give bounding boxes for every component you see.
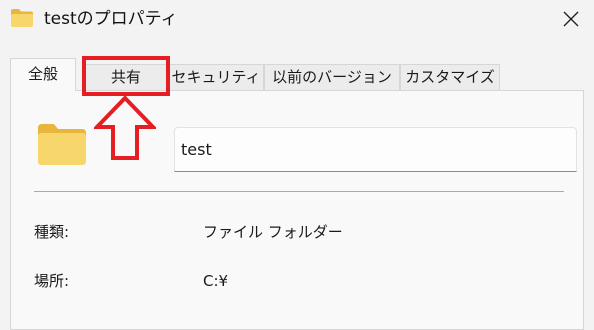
folder-icon xyxy=(10,8,34,28)
tab-general[interactable]: 全般 xyxy=(10,58,76,91)
folder-name-input[interactable] xyxy=(174,127,577,172)
close-icon xyxy=(563,11,579,27)
window-title: testのプロパティ xyxy=(44,9,178,29)
tab-customize[interactable]: カスタマイズ xyxy=(400,64,500,90)
up-arrow-icon xyxy=(92,95,158,161)
type-value: ファイル フォルダー xyxy=(203,223,343,241)
tab-security[interactable]: セキュリティ xyxy=(168,64,264,90)
title-bar: testのプロパティ xyxy=(0,0,594,38)
location-value: C:¥ xyxy=(203,272,229,290)
tab-previous-versions[interactable]: 以前のバージョン xyxy=(264,64,400,90)
location-label: 場所: xyxy=(34,272,70,290)
type-label: 種類: xyxy=(34,223,70,241)
divider xyxy=(34,191,564,192)
close-button[interactable] xyxy=(548,0,594,38)
sharing-tab-highlight xyxy=(82,56,170,96)
folder-icon xyxy=(36,121,88,167)
